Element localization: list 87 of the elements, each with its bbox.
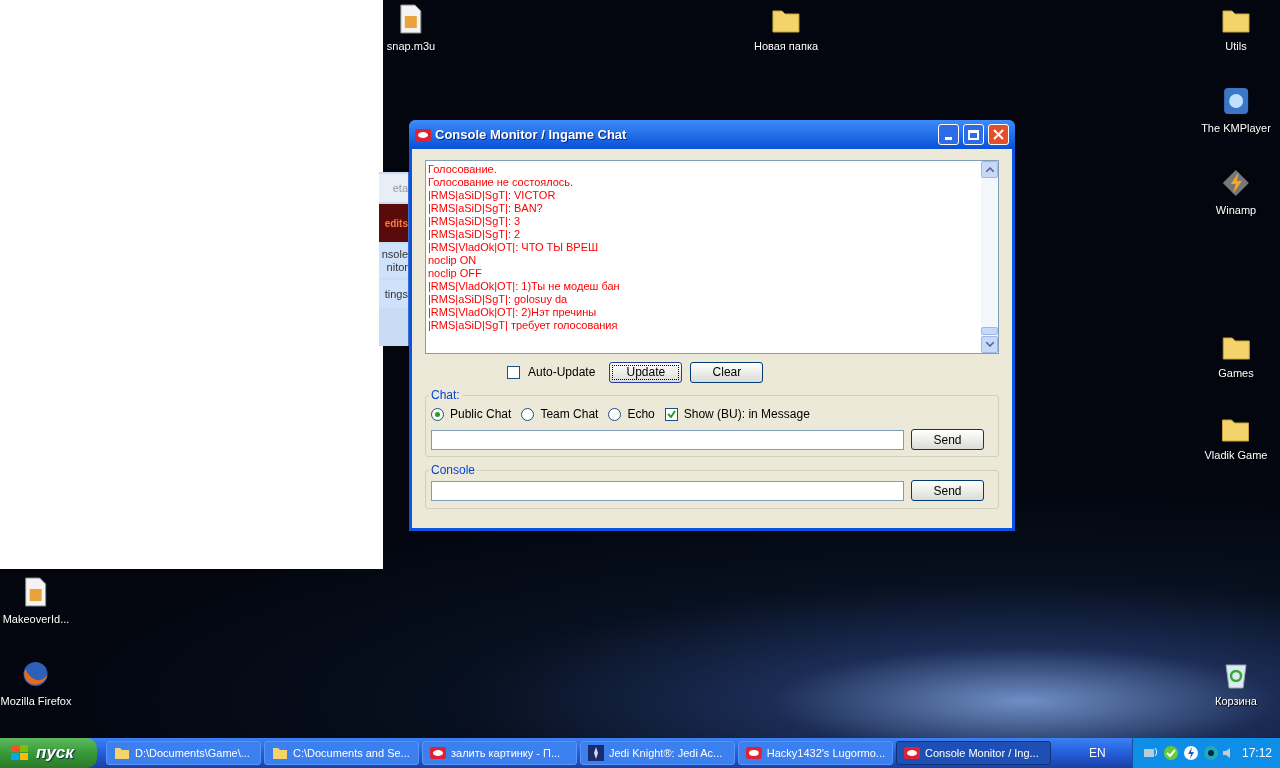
language-indicator[interactable]: EN	[1089, 744, 1106, 762]
log-line: |RMS|VladOk|OT|: ЧТО ТЫ ВРЕШ	[428, 241, 600, 254]
desktop-icon[interactable]: Корзина	[1215, 657, 1257, 710]
check-icon	[1163, 745, 1179, 761]
scrollbar[interactable]	[981, 161, 998, 353]
desktop-icon[interactable]: snap.m3u	[386, 2, 436, 55]
media-player-icon	[1221, 86, 1251, 116]
menu-item[interactable]: edits	[379, 204, 408, 242]
speaker-icon	[1223, 748, 1230, 758]
start-button[interactable]: пуск	[0, 738, 97, 768]
desktop-icon-label: The KMPlayer	[1201, 121, 1271, 136]
document-icon	[23, 577, 49, 607]
taskbar-button[interactable]: C:\Documents and Se...	[264, 741, 419, 765]
desktop-icon-label: Games	[1218, 366, 1254, 381]
desktop-icon[interactable]: Games	[1218, 329, 1254, 382]
radio-label: Public Chat	[450, 406, 512, 423]
desktop-icon[interactable]: The KMPlayer	[1201, 84, 1271, 137]
radio-button[interactable]	[521, 407, 535, 421]
radio-button[interactable]	[431, 407, 444, 421]
console-input-field[interactable]	[431, 480, 904, 501]
app-icon	[904, 747, 920, 759]
window-title: Console Monitor / Ingame Chat	[435, 125, 628, 144]
minimize-button[interactable]	[938, 124, 959, 145]
checkbox-label: Auto-Update	[528, 364, 596, 381]
desktop-icon-label: Winamp	[1215, 203, 1257, 218]
action-button[interactable]: Clear	[690, 361, 764, 383]
app-icon	[430, 747, 446, 759]
network-icon	[1143, 746, 1159, 760]
checkbox-label: Show (BU): in Message	[683, 406, 810, 423]
log-line: |RMS|aSiD|SgT|: VICTOR	[428, 189, 557, 202]
desktop-icon-label: snap.m3u	[386, 39, 436, 54]
log-line: noclip ON	[428, 254, 478, 267]
lightning-icon	[1183, 745, 1199, 761]
radio-button[interactable]	[608, 407, 622, 421]
desktop-icon-label: MakeoverId...	[2, 612, 70, 627]
lightning-icon	[1221, 168, 1251, 198]
desktop-icon[interactable]: Новая папка	[753, 2, 819, 55]
desktop-icon-label: Mozilla Firefox	[0, 694, 72, 709]
app-icon	[746, 747, 762, 759]
desktop-icon-label: Utils	[1225, 39, 1247, 54]
document-icon	[398, 4, 424, 34]
log-line: |RMS|VladOk|OT|: 2)Нэт пречины	[428, 306, 598, 319]
log-line: Голосование.	[428, 163, 498, 176]
game-icon	[588, 745, 604, 761]
scrollbar-thumb[interactable]	[981, 327, 998, 335]
menu-item[interactable]: nsole nitor	[379, 244, 408, 278]
menu-item[interactable]: tings	[379, 280, 408, 308]
taskbar-button[interactable]: D:\Documents\Game\...	[106, 741, 261, 765]
log-line: |RMS|VladOk|OT|: 1)Ты не модеш бан	[428, 280, 621, 293]
log-line: |RMS|aSiD|SgT|: 2	[428, 228, 522, 241]
folder-icon	[114, 746, 130, 760]
desktop-icon[interactable]: Vladik Game	[1204, 411, 1268, 464]
send-button[interactable]: Send	[911, 429, 984, 450]
desktop-icon[interactable]: MakeoverId...	[2, 575, 70, 628]
log-line: |RMS|aSiD|SgT| требует голосования	[428, 319, 619, 332]
windows-logo-icon	[10, 744, 30, 762]
taskbar-button[interactable]: Console Monitor / Ing...	[896, 741, 1051, 765]
close-button[interactable]	[988, 124, 1009, 145]
desktop-icon-label: Vladik Game	[1204, 448, 1268, 463]
maximize-button[interactable]	[963, 124, 984, 145]
log-line: noclip OFF	[428, 267, 483, 280]
checkbox[interactable]	[664, 407, 678, 421]
log-line: |RMS|aSiD|SgT|: BAN?	[428, 202, 544, 215]
auto-update-checkbox[interactable]	[507, 365, 520, 379]
taskbar-button[interactable]: Hacky1432's Lugormo...	[738, 741, 893, 765]
log-line: |RMS|aSiD|SgT|: golosuy da	[428, 293, 569, 306]
clock: 17:12	[1242, 745, 1273, 762]
log-line: |RMS|aSiD|SgT|: 3	[428, 215, 522, 228]
send-button[interactable]: Send	[911, 480, 984, 501]
radio-label: Echo	[627, 406, 655, 423]
close-icon	[993, 129, 1004, 140]
radio-label: Team Chat	[540, 406, 599, 423]
desktop-icon[interactable]: Winamp	[1215, 166, 1257, 219]
folder-icon	[272, 746, 288, 760]
desktop-icon[interactable]: Utils	[1221, 2, 1251, 55]
taskbar-button[interactable]: залить картинку - П...	[422, 741, 577, 765]
action-button[interactable]: Update	[609, 361, 683, 383]
app-icon	[415, 128, 431, 141]
log-line: Голосование не состоялось.	[428, 176, 575, 189]
chat-input-field[interactable]	[431, 429, 904, 450]
desktop-icon[interactable]: Mozilla Firefox	[0, 657, 72, 710]
group-title: Console	[430, 462, 477, 479]
desktop-icon-label: Новая папка	[753, 39, 819, 54]
group-title: Chat:	[430, 387, 461, 404]
desktop-icon-label: Корзина	[1215, 694, 1257, 709]
taskbar-button[interactable]: Jedi Knight®: Jedi Ac...	[580, 741, 735, 765]
eye-icon	[1203, 745, 1219, 761]
